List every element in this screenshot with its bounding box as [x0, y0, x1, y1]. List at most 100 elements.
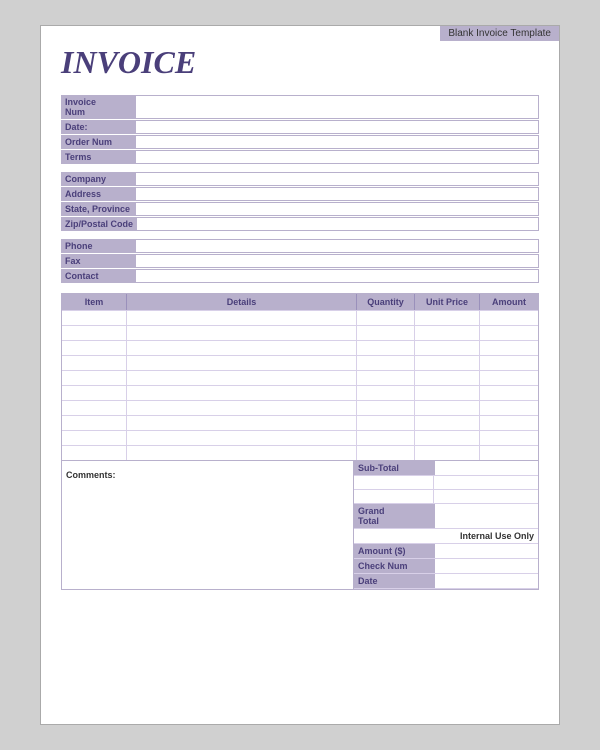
bottom-section: Comments: Sub-Total GrandTotal Internal …: [61, 461, 539, 590]
table-row: [62, 355, 538, 370]
date-label: Date:: [61, 120, 136, 134]
unit-price-cell[interactable]: [415, 446, 480, 460]
unit-price-cell[interactable]: [415, 431, 480, 445]
sub-total-label: Sub-Total: [354, 461, 434, 475]
item-cell[interactable]: [62, 431, 127, 445]
amount-cell[interactable]: [480, 356, 538, 370]
grand-total-value[interactable]: [434, 504, 538, 528]
amount-value[interactable]: [434, 544, 538, 558]
date-value[interactable]: [136, 120, 539, 134]
grand-total-row: GrandTotal: [354, 504, 538, 529]
quantity-cell[interactable]: [357, 341, 415, 355]
contact-value[interactable]: [136, 269, 539, 283]
amount-cell[interactable]: [480, 386, 538, 400]
details-cell[interactable]: [127, 446, 357, 460]
table-row: [62, 385, 538, 400]
item-cell[interactable]: [62, 446, 127, 460]
table-row: [62, 400, 538, 415]
unit-price-cell[interactable]: [415, 311, 480, 325]
quantity-cell[interactable]: [357, 401, 415, 415]
details-cell[interactable]: [127, 341, 357, 355]
payment-date-label: Date: [354, 574, 434, 588]
item-cell[interactable]: [62, 416, 127, 430]
details-cell[interactable]: [127, 416, 357, 430]
table-row: [62, 370, 538, 385]
col-unit-price-header: Unit Price: [415, 294, 480, 310]
phone-value[interactable]: [136, 239, 539, 253]
grand-total-label: GrandTotal: [354, 504, 434, 528]
col-amount-header: Amount: [480, 294, 538, 310]
quantity-cell[interactable]: [357, 371, 415, 385]
order-num-value[interactable]: [136, 135, 539, 149]
amount-cell[interactable]: [480, 311, 538, 325]
unit-price-cell[interactable]: [415, 416, 480, 430]
company-value[interactable]: [136, 172, 539, 186]
item-cell[interactable]: [62, 311, 127, 325]
unit-price-cell[interactable]: [415, 326, 480, 340]
payment-date-row: Date: [354, 574, 538, 589]
details-cell[interactable]: [127, 401, 357, 415]
item-cell[interactable]: [62, 356, 127, 370]
empty-right[interactable]: [434, 490, 538, 503]
address-value[interactable]: [136, 187, 539, 201]
details-cell[interactable]: [127, 371, 357, 385]
amount-cell[interactable]: [480, 326, 538, 340]
unit-price-cell[interactable]: [415, 341, 480, 355]
amount-cell[interactable]: [480, 341, 538, 355]
check-num-value[interactable]: [434, 559, 538, 573]
invoice-num-value[interactable]: [136, 95, 539, 119]
quantity-cell[interactable]: [357, 311, 415, 325]
item-cell[interactable]: [62, 341, 127, 355]
fax-value[interactable]: [136, 254, 539, 268]
amount-cell[interactable]: [480, 401, 538, 415]
quantity-cell[interactable]: [357, 356, 415, 370]
table-row: [62, 445, 538, 460]
amount-cell[interactable]: [480, 416, 538, 430]
info-row-terms: Terms: [61, 150, 539, 164]
details-cell[interactable]: [127, 326, 357, 340]
comments-area[interactable]: Comments:: [61, 461, 354, 590]
amount-cell[interactable]: [480, 431, 538, 445]
details-cell[interactable]: [127, 386, 357, 400]
unit-price-cell[interactable]: [415, 401, 480, 415]
quantity-cell[interactable]: [357, 431, 415, 445]
company-section: Company Address State, Province Zip/Post…: [61, 172, 539, 231]
empty-right[interactable]: [434, 476, 538, 489]
quantity-cell[interactable]: [357, 326, 415, 340]
address-label: Address: [61, 187, 136, 201]
check-num-row: Check Num: [354, 559, 538, 574]
unit-price-cell[interactable]: [415, 386, 480, 400]
table-row: [62, 430, 538, 445]
quantity-cell[interactable]: [357, 416, 415, 430]
table-row: [62, 340, 538, 355]
quantity-cell[interactable]: [357, 386, 415, 400]
item-cell[interactable]: [62, 326, 127, 340]
template-label: Blank Invoice Template: [440, 26, 559, 41]
empty-left: [354, 490, 434, 503]
state-province-value[interactable]: [136, 202, 539, 216]
totals-area: Sub-Total GrandTotal Internal Use Only A…: [354, 461, 539, 590]
info-row-company: Company: [61, 172, 539, 186]
terms-value[interactable]: [136, 150, 539, 164]
sub-total-row: Sub-Total: [354, 461, 538, 476]
unit-price-cell[interactable]: [415, 371, 480, 385]
internal-use-label: Internal Use Only: [354, 529, 538, 544]
empty-left: [354, 476, 434, 489]
payment-date-value[interactable]: [434, 574, 538, 588]
amount-cell[interactable]: [480, 371, 538, 385]
fax-label: Fax: [61, 254, 136, 268]
unit-price-cell[interactable]: [415, 356, 480, 370]
item-cell[interactable]: [62, 386, 127, 400]
phone-label: Phone: [61, 239, 136, 253]
details-cell[interactable]: [127, 311, 357, 325]
quantity-cell[interactable]: [357, 446, 415, 460]
details-cell[interactable]: [127, 356, 357, 370]
info-row-contact: Contact: [61, 269, 539, 283]
invoice-num-label: InvoiceNum: [61, 95, 136, 119]
details-cell[interactable]: [127, 431, 357, 445]
amount-cell[interactable]: [480, 446, 538, 460]
item-cell[interactable]: [62, 371, 127, 385]
item-cell[interactable]: [62, 401, 127, 415]
sub-total-value[interactable]: [434, 461, 538, 475]
zip-postal-value[interactable]: [137, 217, 539, 231]
